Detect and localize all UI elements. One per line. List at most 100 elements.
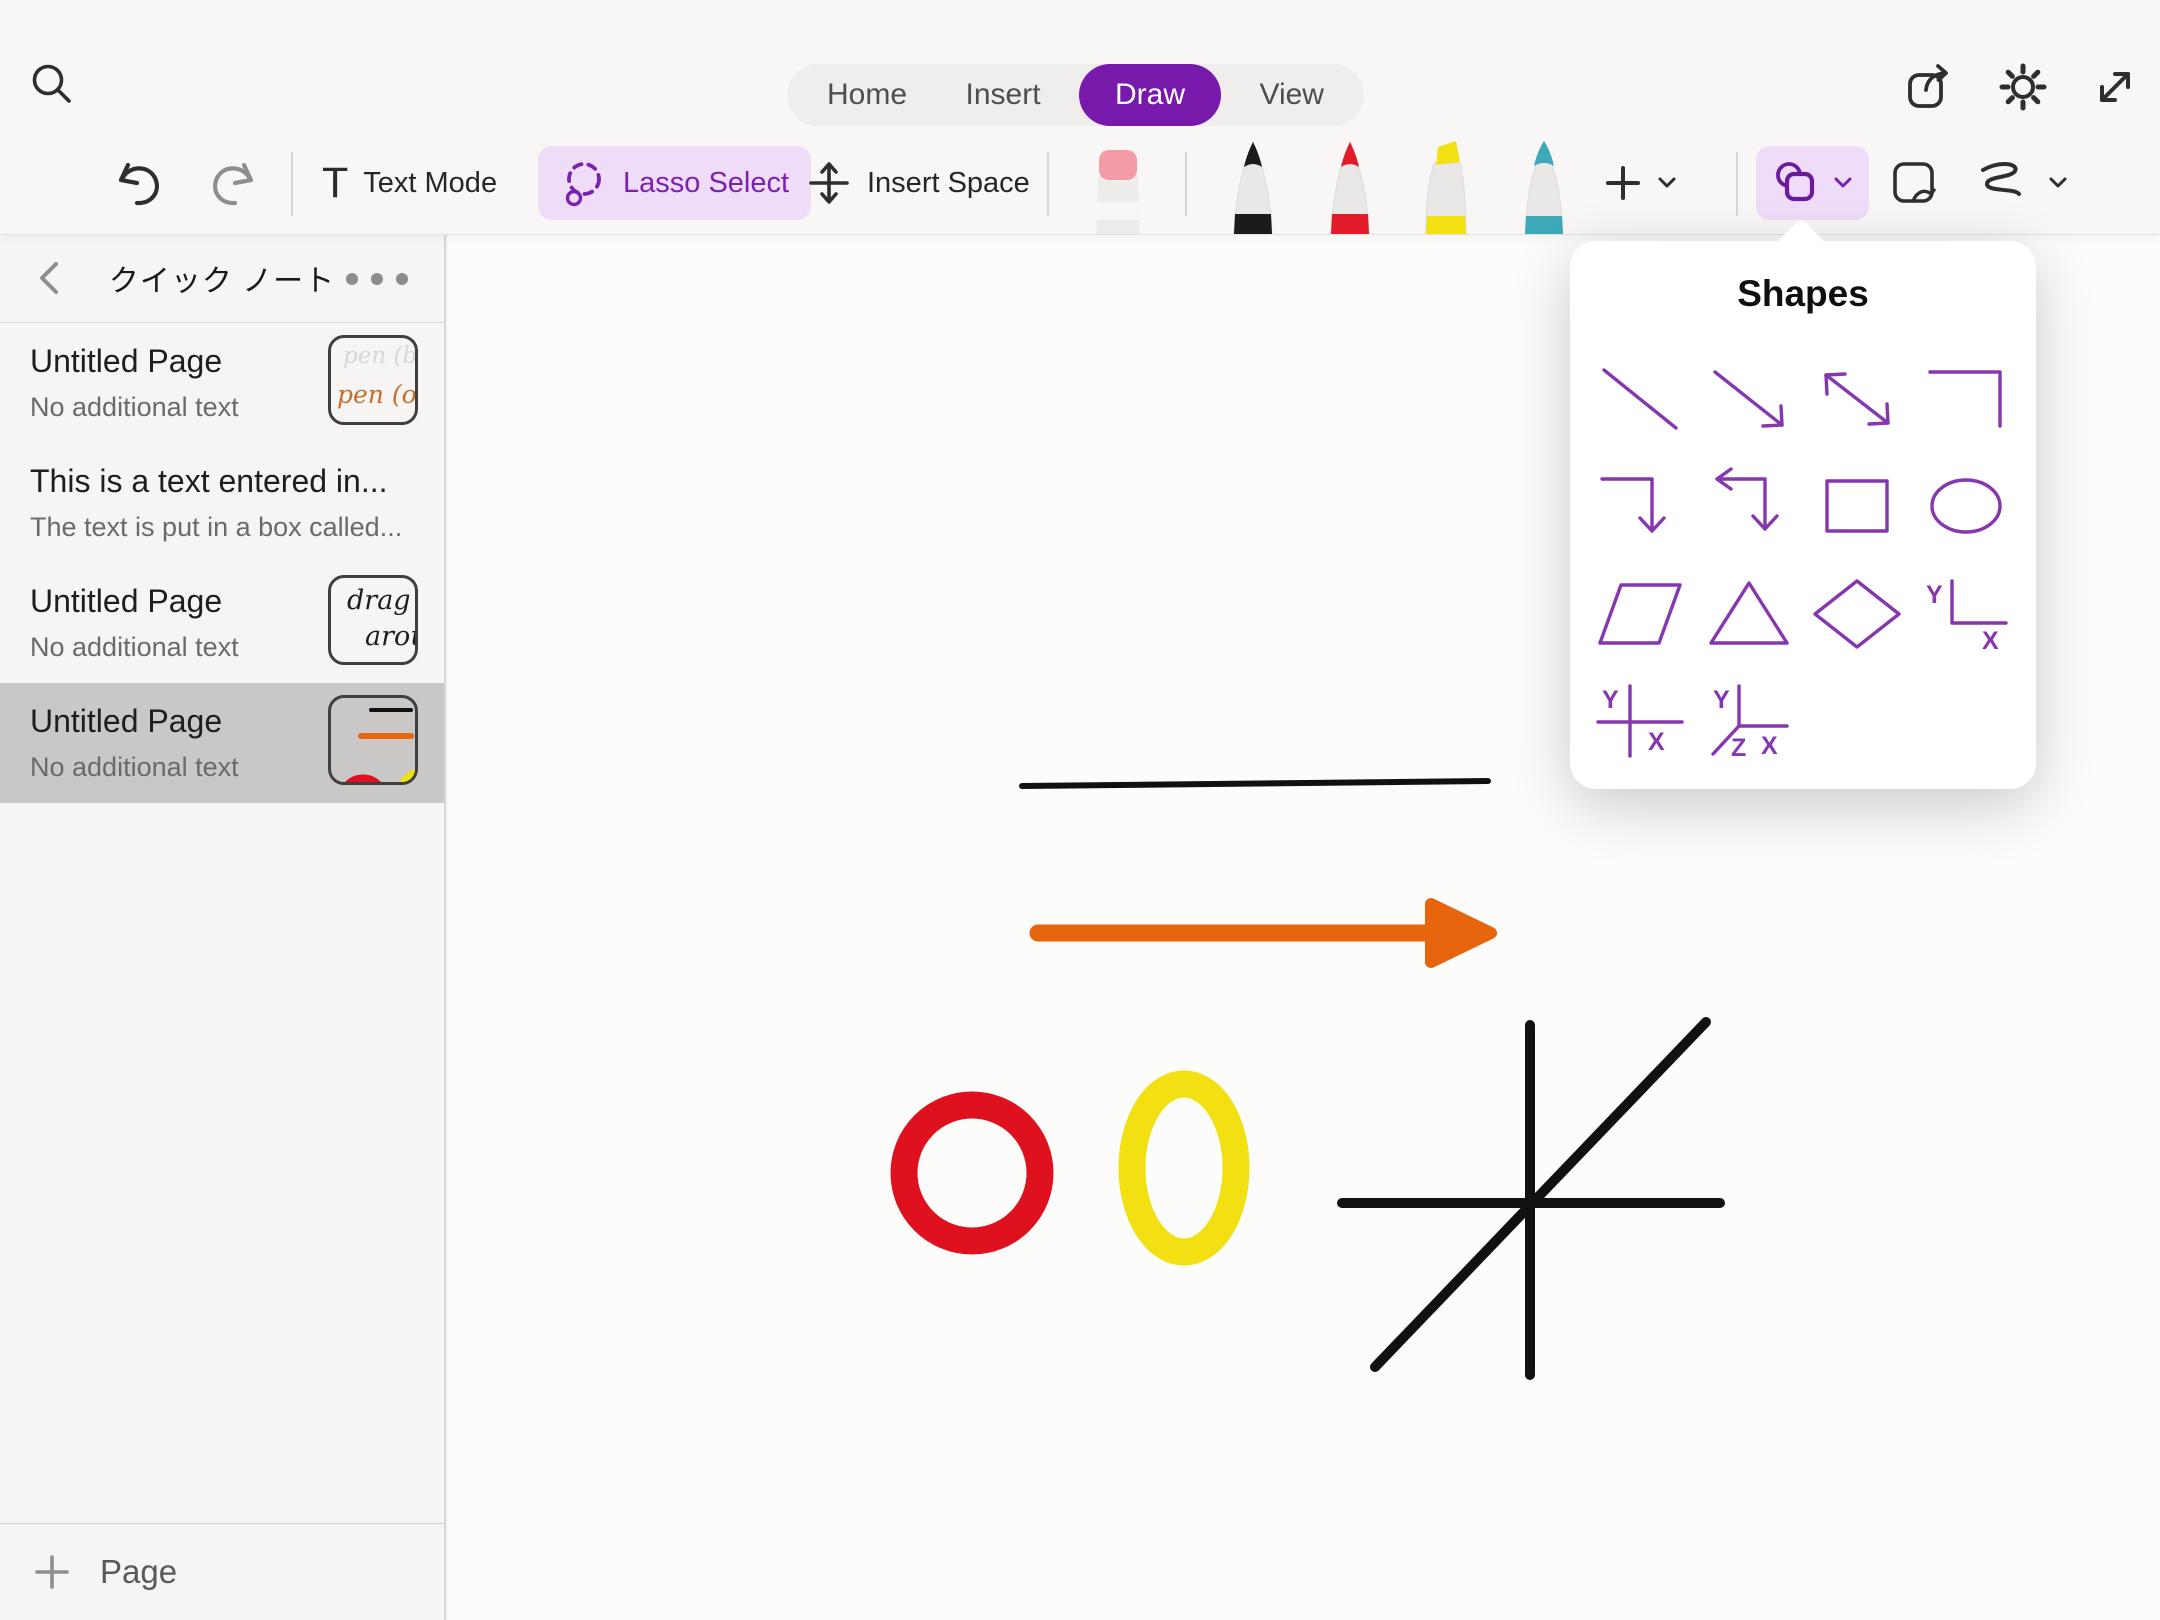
shape-corner-line[interactable] xyxy=(1920,360,2012,438)
shape-line-diagonal[interactable] xyxy=(1594,360,1686,438)
window-actions xyxy=(1904,62,2140,112)
ink-red-circle[interactable] xyxy=(904,1105,1040,1241)
svg-text:X: X xyxy=(1648,728,1665,756)
toolbar-divider xyxy=(1047,152,1049,216)
text-mode-icon: T xyxy=(322,162,348,205)
page-thumbnail: pen (bl pen (ora xyxy=(328,335,418,425)
search-icon xyxy=(28,60,76,108)
page-thumbnail: drag arou xyxy=(328,575,418,665)
toolbar-divider xyxy=(291,152,293,216)
svg-text:Y: Y xyxy=(1713,686,1730,714)
sidebar-header: クイック ノート xyxy=(0,234,444,323)
shape-diamond[interactable] xyxy=(1811,575,1903,653)
tab-insert[interactable]: Insert xyxy=(966,78,1041,112)
shape-axes-xy[interactable]: Y X xyxy=(1920,575,2012,653)
svg-text:Y: Y xyxy=(1926,581,1943,609)
insert-space-label: Insert Space xyxy=(867,167,1030,200)
notebook-title: クイック ノート xyxy=(109,256,335,300)
page-list-item-3[interactable]: Untitled Page No additional text drag ar… xyxy=(0,563,444,683)
teal-pen-icon xyxy=(1509,138,1579,234)
share-button[interactable] xyxy=(1904,62,1956,112)
shapes-button[interactable] xyxy=(1756,146,1869,220)
add-page-button[interactable]: Page xyxy=(0,1523,444,1620)
toolbar-divider xyxy=(1185,152,1187,216)
page-note-icon xyxy=(1888,158,1940,208)
text-mode-button[interactable]: T Text Mode xyxy=(322,146,497,220)
shape-parallelogram[interactable] xyxy=(1594,575,1686,653)
shape-axes-xy-cross[interactable]: Y X xyxy=(1594,682,1686,760)
ink-to-shape-button[interactable] xyxy=(1975,146,2068,220)
page-thumbnail xyxy=(328,695,418,785)
shapes-popup-title: Shapes xyxy=(1570,273,2036,315)
shape-rectangle[interactable] xyxy=(1811,467,1903,545)
add-pen-button[interactable] xyxy=(1604,146,1677,220)
red-pen-icon xyxy=(1315,138,1385,234)
tab-view[interactable]: View xyxy=(1259,78,1323,112)
page-subtitle: The text is put in a box called... xyxy=(30,512,444,543)
pen-teal[interactable] xyxy=(1509,138,1579,234)
shape-triangle[interactable] xyxy=(1703,575,1795,653)
text-mode-label: Text Mode xyxy=(363,167,497,200)
undo-button[interactable] xyxy=(112,158,164,210)
toolbar-divider xyxy=(1736,152,1738,216)
undo-icon xyxy=(112,158,164,210)
back-button[interactable] xyxy=(36,260,62,296)
eraser-icon xyxy=(1085,144,1151,234)
ink-squiggle-icon xyxy=(1975,160,2033,206)
tab-home[interactable]: Home xyxy=(827,78,907,112)
settings-gear-icon xyxy=(1998,62,2048,112)
chevron-down-icon xyxy=(1833,176,1853,190)
highlighter-yellow[interactable] xyxy=(1412,138,1482,234)
shape-arrow-diagonal[interactable] xyxy=(1703,360,1795,438)
lasso-icon xyxy=(560,158,608,208)
shapes-icon xyxy=(1772,159,1818,207)
yellow-highlighter-icon xyxy=(1412,138,1482,234)
page-title: This is a text entered in... xyxy=(30,463,444,500)
page-list-sidebar: クイック ノート Untitled Page No additional tex… xyxy=(0,234,446,1620)
ellipsis-icon xyxy=(344,272,410,286)
page-list: Untitled Page No additional text pen (bl… xyxy=(0,323,444,803)
ink-yellow-ellipse[interactable] xyxy=(1132,1084,1236,1252)
plus-icon xyxy=(1604,164,1642,202)
shapes-grid: Y X Y X Y Z X xyxy=(1586,345,2020,775)
page-list-item-4-selected[interactable]: Untitled Page No additional text xyxy=(0,683,444,803)
chevron-down-icon xyxy=(1657,176,1677,190)
ink-straight-line[interactable] xyxy=(1022,781,1488,786)
page-list-item-2[interactable]: This is a text entered in... The text is… xyxy=(0,443,444,563)
svg-text:Z: Z xyxy=(1731,734,1746,760)
app-header: Home Insert Draw View xyxy=(0,0,2160,235)
page-note-button[interactable] xyxy=(1888,158,1940,208)
eraser-tool[interactable] xyxy=(1085,144,1151,234)
expand-icon xyxy=(2090,62,2140,112)
shape-elbow-arrow-down[interactable] xyxy=(1594,467,1686,545)
share-icon xyxy=(1904,62,1956,112)
more-options-button[interactable] xyxy=(344,272,410,286)
svg-text:X: X xyxy=(1761,732,1778,760)
black-pen-icon xyxy=(1218,138,1288,234)
shape-ellipse[interactable] xyxy=(1920,467,2012,545)
pen-black[interactable] xyxy=(1218,138,1288,234)
lasso-select-label: Lasso Select xyxy=(623,167,789,200)
redo-icon xyxy=(208,158,260,210)
shape-elbow-arrow-two-way[interactable] xyxy=(1703,467,1795,545)
lasso-select-button[interactable]: Lasso Select xyxy=(538,146,811,220)
ribbon-tabs: Home Insert Draw View xyxy=(787,64,1364,126)
chevron-down-icon xyxy=(2048,176,2068,190)
tab-draw[interactable]: Draw xyxy=(1079,64,1221,126)
expand-button[interactable] xyxy=(2090,62,2140,112)
shapes-popup: Shapes xyxy=(1570,241,2036,789)
search-button[interactable] xyxy=(28,60,76,108)
settings-button[interactable] xyxy=(1998,62,2048,112)
redo-button[interactable] xyxy=(208,158,260,210)
page-list-item-1[interactable]: Untitled Page No additional text pen (bl… xyxy=(0,323,444,443)
chevron-left-icon xyxy=(36,260,62,296)
svg-text:Y: Y xyxy=(1602,686,1619,714)
insert-space-icon xyxy=(806,159,852,207)
shape-arrow-diagonal-two-way[interactable] xyxy=(1811,360,1903,438)
ink-axes-with-diagonal[interactable] xyxy=(1342,1022,1720,1375)
insert-space-button[interactable]: Insert Space xyxy=(806,146,1030,220)
thumbnail-drawing xyxy=(331,698,415,782)
ink-arrow-head[interactable] xyxy=(1431,904,1491,962)
pen-red[interactable] xyxy=(1315,138,1385,234)
shape-axes-xyz[interactable]: Y Z X xyxy=(1703,682,1795,760)
